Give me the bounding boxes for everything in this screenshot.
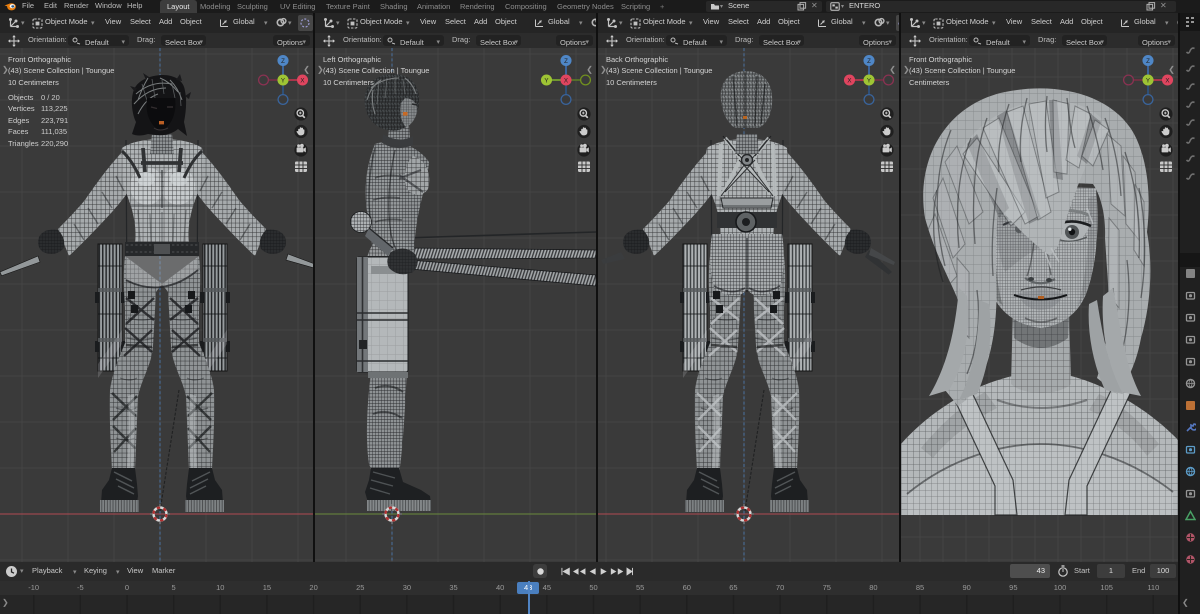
svg-text:Y: Y bbox=[544, 77, 548, 84]
svg-text:X: X bbox=[563, 77, 567, 84]
svg-text:Z: Z bbox=[281, 58, 285, 65]
svg-text:Y: Y bbox=[866, 77, 870, 84]
svg-text:Z: Z bbox=[867, 58, 871, 65]
svg-text:X: X bbox=[847, 77, 851, 84]
svg-text:X: X bbox=[300, 77, 304, 84]
svg-text:Y: Y bbox=[1145, 77, 1149, 84]
svg-text:Z: Z bbox=[564, 58, 568, 65]
svg-text:Z: Z bbox=[1146, 58, 1150, 65]
svg-text:X: X bbox=[1165, 77, 1169, 84]
svg-text:Y: Y bbox=[280, 77, 284, 84]
